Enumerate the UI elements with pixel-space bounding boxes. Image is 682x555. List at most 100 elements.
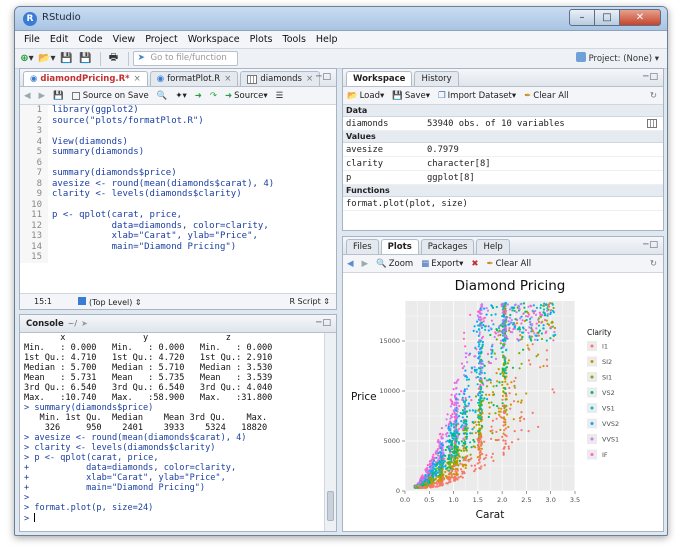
data-point <box>466 427 469 430</box>
file-type-menu[interactable]: R Script ⇕ <box>289 297 330 306</box>
menu-help[interactable]: Help <box>311 34 343 45</box>
workspace-row[interactable]: format.plot(plot, size) <box>343 197 663 211</box>
save-button[interactable]: 💾 Save ▾ <box>392 91 430 101</box>
magic-wand-icon[interactable]: ✦▾ <box>175 91 186 101</box>
tab-diamondpricing[interactable]: ◉ diamondPricing.R* × <box>23 71 148 86</box>
workspace-row[interactable]: diamonds 53940 obs. of 10 variables <box>343 117 663 131</box>
maximize-button[interactable]: □ <box>594 9 620 26</box>
title-bar[interactable]: R RStudio – □ ✕ <box>15 7 667 31</box>
import-dataset-button[interactable]: ❐ Import Dataset ▾ <box>438 91 516 101</box>
open-file-icon[interactable]: 📂 ▾ <box>38 51 55 67</box>
menu-code[interactable]: Code <box>73 34 107 45</box>
scrollbar-thumb[interactable] <box>327 491 334 521</box>
pane-window-controls[interactable]: ─□ <box>643 240 659 250</box>
go-to-directory-icon[interactable]: ➤ <box>81 319 88 328</box>
tab-label: diamondPricing.R* <box>40 74 130 84</box>
print-icon[interactable]: 🖶 <box>105 51 121 67</box>
load-button[interactable]: 📂 Load ▾ <box>347 91 384 101</box>
tab-plots[interactable]: Plots <box>380 239 419 254</box>
code-line[interactable]: 9 clarity <- levels(diamonds$clarity) <box>20 189 336 200</box>
data-point <box>470 371 473 374</box>
forward-arrow-icon[interactable]: ▶ <box>39 91 46 101</box>
code-line[interactable]: 5 summary(diamonds) <box>20 147 336 158</box>
code-line[interactable]: 10 <box>20 199 336 210</box>
code-line[interactable]: 12 data=diamonds, color=clarity, <box>20 220 336 231</box>
menu-file[interactable]: File <box>19 34 45 45</box>
remove-plot-icon[interactable]: ✖ <box>471 259 478 269</box>
menu-edit[interactable]: Edit <box>45 34 73 45</box>
tab-formatplot[interactable]: ◉ formatPlot.R × <box>149 71 239 86</box>
refresh-icon[interactable]: ↻ <box>650 91 657 101</box>
close-tab-icon[interactable]: × <box>306 74 313 84</box>
save-icon[interactable]: 💾 <box>53 91 64 101</box>
next-plot-icon[interactable]: ▶ <box>362 259 369 269</box>
goto-file-input[interactable]: ➤ Go to file/function <box>133 51 239 66</box>
workspace-row[interactable]: clarity character[8] <box>343 157 663 171</box>
save-icon[interactable]: 💾 <box>58 51 74 67</box>
code-line[interactable]: 2 source("plots/formatPlot.R") <box>20 115 336 126</box>
data-point <box>517 438 520 441</box>
code-area[interactable]: 1 library(ggplot2) 2 source("plots/formatPl… <box>20 105 336 293</box>
tab-help[interactable]: Help <box>476 239 510 254</box>
code-line[interactable]: 14 main="Diamond Pricing") <box>20 241 336 252</box>
code-line[interactable]: 13 xlab="Carat", ylab="Price", <box>20 231 336 242</box>
pane-window-controls[interactable]: ─□ <box>316 318 332 328</box>
code-line[interactable]: 7 summary(diamonds$price) <box>20 168 336 179</box>
zoom-button[interactable]: 🔍 Zoom <box>376 259 413 269</box>
outline-icon[interactable]: ☰ <box>276 91 284 101</box>
close-tab-icon[interactable]: × <box>134 74 141 84</box>
search-icon[interactable]: 🔍 <box>157 91 168 101</box>
view-data-icon[interactable] <box>647 119 657 128</box>
console-scrollbar[interactable] <box>324 333 336 531</box>
data-point <box>528 336 531 339</box>
code-line[interactable]: 11 p <- qplot(carat, price, <box>20 210 336 221</box>
data-point <box>501 322 504 325</box>
code-line[interactable]: 6 <box>20 157 336 168</box>
scope-indicator[interactable]: (Top Level) ⇕ <box>77 296 142 307</box>
rerun-icon[interactable]: ↷ <box>210 91 217 101</box>
data-point <box>476 320 479 323</box>
source-button[interactable]: ➜ Source ▾ <box>225 91 268 101</box>
code-line[interactable]: 3 <box>20 126 336 137</box>
tab-packages[interactable]: Packages <box>420 239 475 254</box>
clear-label: Clear All <box>533 90 569 101</box>
menu-tools[interactable]: Tools <box>278 34 311 45</box>
project-menu[interactable]: Project: (None) ▾ <box>575 52 659 64</box>
data-point <box>477 448 480 451</box>
code-line[interactable]: 8 avesize <- round(mean(diamonds$carat), … <box>20 178 336 189</box>
back-arrow-icon[interactable]: ◀ <box>24 91 31 101</box>
clear-all-plots-button[interactable]: ✒ Clear All <box>486 259 531 269</box>
console-output[interactable]: x y z Min. : 0.000 Min. : 0.000 Min. : 0.… <box>20 333 324 531</box>
data-point <box>529 320 532 323</box>
save-all-icon[interactable]: 💾 <box>77 51 93 67</box>
clear-all-button[interactable]: ✒ Clear All <box>524 91 569 101</box>
code-line[interactable]: 1 library(ggplot2) <box>20 105 336 116</box>
data-point <box>487 401 491 404</box>
pane-window-controls[interactable]: ─□ <box>316 72 332 82</box>
data-point <box>467 384 470 387</box>
tab-diamonds[interactable]: diamonds × <box>240 71 321 86</box>
tab-files[interactable]: Files <box>346 239 379 254</box>
code-line[interactable]: 15 <box>20 252 336 263</box>
menu-workspace[interactable]: Workspace <box>183 34 245 45</box>
code-line[interactable]: 4 View(diamonds) <box>20 136 336 147</box>
workspace-row[interactable]: avesize 0.7979 <box>343 143 663 157</box>
run-line-icon[interactable]: ➜ <box>195 91 202 101</box>
data-point <box>462 459 465 462</box>
export-button[interactable]: ▦ Export ▾ <box>421 259 463 269</box>
new-file-icon[interactable]: ⊕ ▾ <box>19 51 35 67</box>
workspace-row[interactable]: p ggplot[8] <box>343 171 663 185</box>
pane-window-controls[interactable]: ─□ <box>643 72 659 82</box>
refresh-icon[interactable]: ↻ <box>650 259 657 269</box>
minimize-button[interactable]: – <box>569 9 595 26</box>
close-button[interactable]: ✕ <box>619 9 661 26</box>
close-tab-icon[interactable]: × <box>224 74 231 84</box>
tab-workspace[interactable]: Workspace <box>346 71 413 86</box>
menu-project[interactable]: Project <box>140 34 183 45</box>
source-on-save-checkbox[interactable]: Source on Save <box>71 91 149 101</box>
prev-plot-icon[interactable]: ◀ <box>347 259 354 269</box>
menu-view[interactable]: View <box>108 34 141 45</box>
data-point <box>504 324 507 327</box>
menu-plots[interactable]: Plots <box>245 34 278 45</box>
tab-history[interactable]: History <box>414 71 459 86</box>
